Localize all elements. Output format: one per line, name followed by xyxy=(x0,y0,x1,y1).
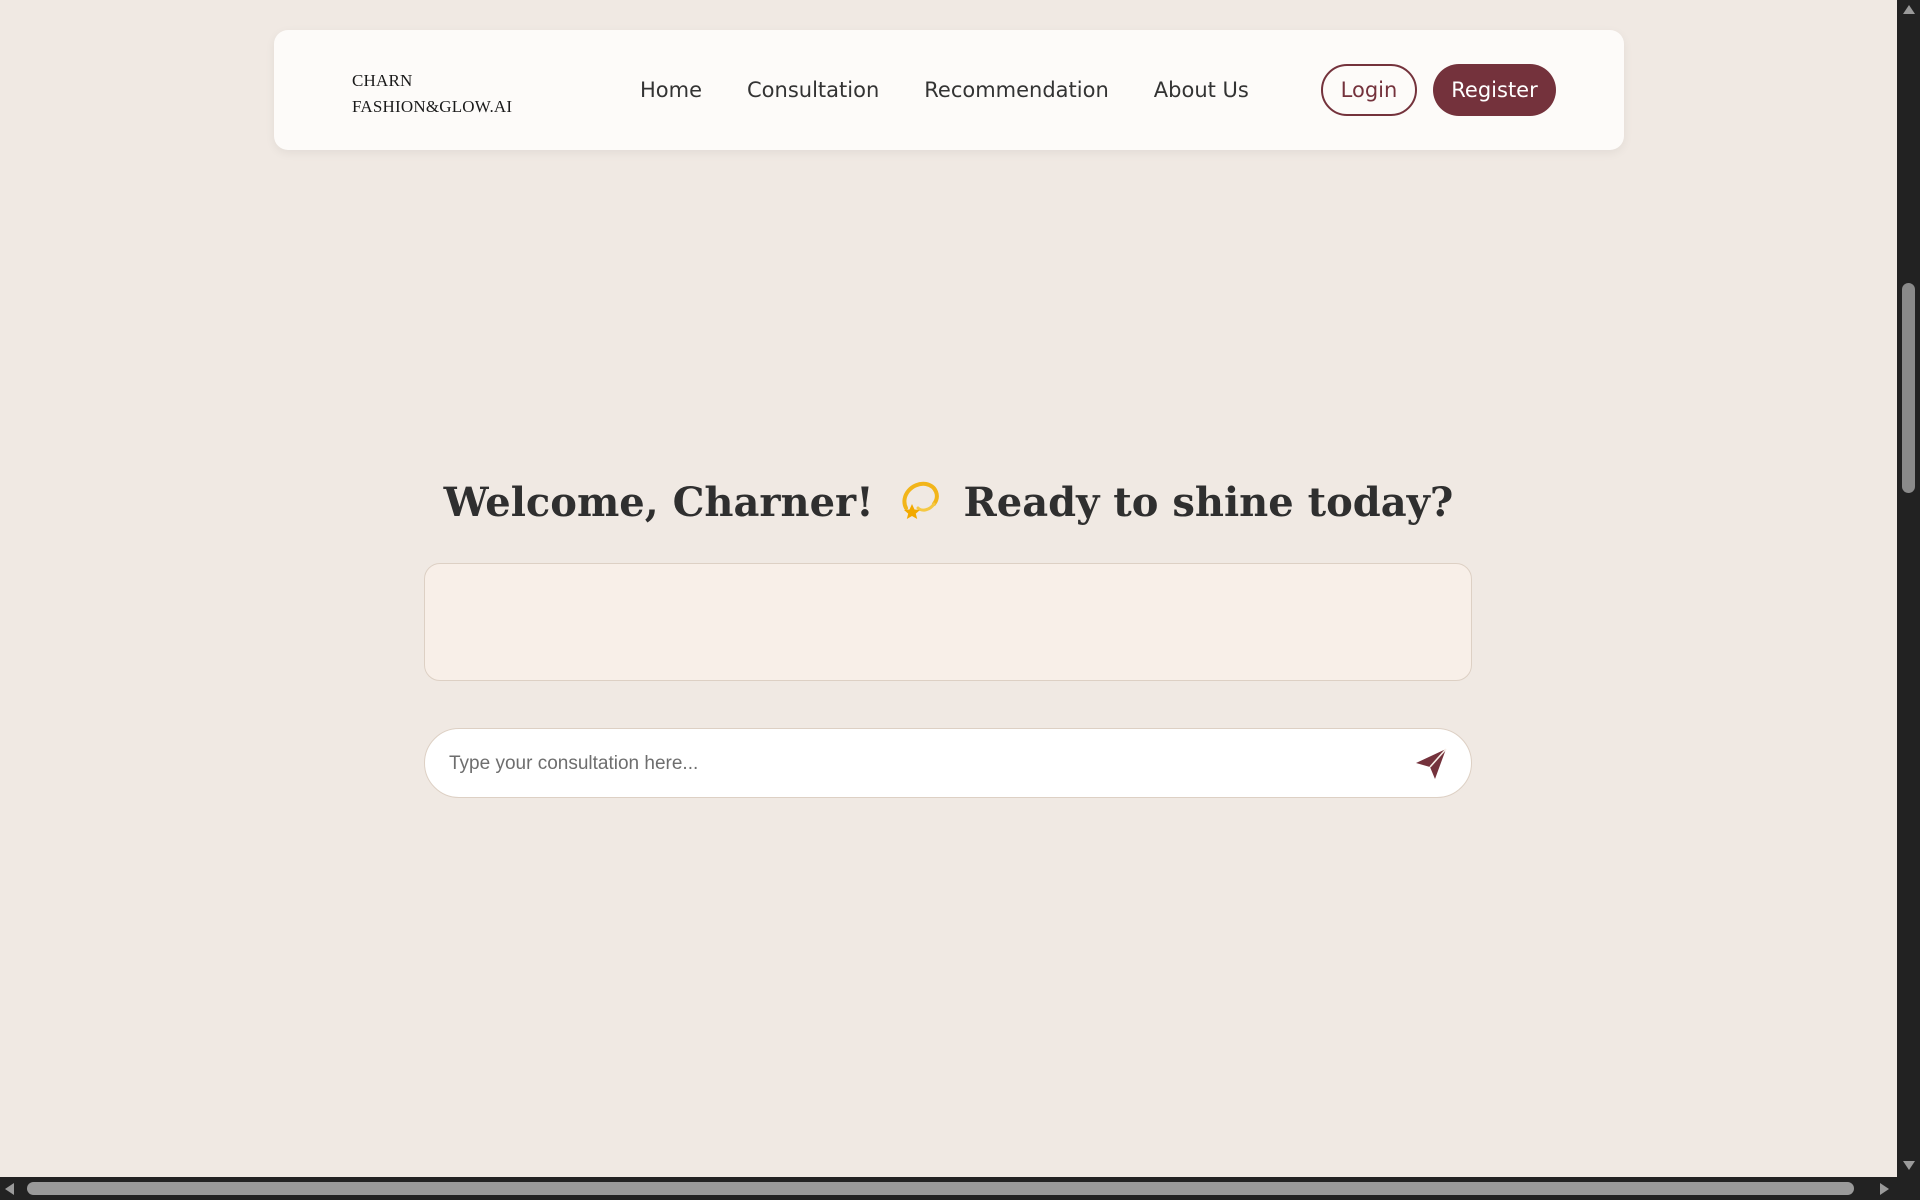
scrollbar-corner xyxy=(1897,1177,1920,1200)
welcome-greeting: Welcome, Charner! xyxy=(443,479,874,526)
vertical-scrollbar[interactable] xyxy=(1897,0,1920,1177)
consultation-input[interactable] xyxy=(447,729,1391,799)
horizontal-scroll-thumb[interactable] xyxy=(27,1182,1854,1195)
login-button[interactable]: Login xyxy=(1321,64,1417,116)
navbar: CHARN FASHION&GLOW.AI Home Consultation … xyxy=(274,30,1624,150)
vertical-scroll-thumb[interactable] xyxy=(1902,283,1915,493)
scroll-left-arrow-icon[interactable] xyxy=(5,1183,14,1195)
send-button[interactable] xyxy=(1413,746,1449,782)
register-button[interactable]: Register xyxy=(1433,64,1556,116)
scroll-down-arrow-icon[interactable] xyxy=(1903,1161,1915,1170)
nav-consultation[interactable]: Consultation xyxy=(747,78,879,102)
page-viewport: CHARN FASHION&GLOW.AI Home Consultation … xyxy=(0,0,1897,1177)
scroll-up-arrow-icon[interactable] xyxy=(1903,5,1915,14)
brand-line-1: CHARN xyxy=(352,71,413,90)
nav-home[interactable]: Home xyxy=(640,78,702,102)
main-nav: Home Consultation Recommendation About U… xyxy=(640,30,1249,150)
horizontal-scrollbar[interactable] xyxy=(0,1177,1897,1200)
welcome-heading: Welcome, Charner! Ready to shine today? xyxy=(0,478,1897,526)
nav-recommendation[interactable]: Recommendation xyxy=(924,78,1109,102)
nav-about-us[interactable]: About Us xyxy=(1154,78,1249,102)
brand-logo[interactable]: CHARN FASHION&GLOW.AI xyxy=(352,68,512,120)
welcome-tagline: Ready to shine today? xyxy=(963,479,1454,526)
brand-line-2: FASHION&GLOW.AI xyxy=(352,97,513,116)
consultation-response-box xyxy=(424,563,1472,681)
scroll-right-arrow-icon[interactable] xyxy=(1880,1183,1889,1195)
dizzy-star-icon xyxy=(896,478,942,524)
consultation-input-bar xyxy=(424,728,1472,799)
paper-plane-icon xyxy=(1416,748,1447,779)
